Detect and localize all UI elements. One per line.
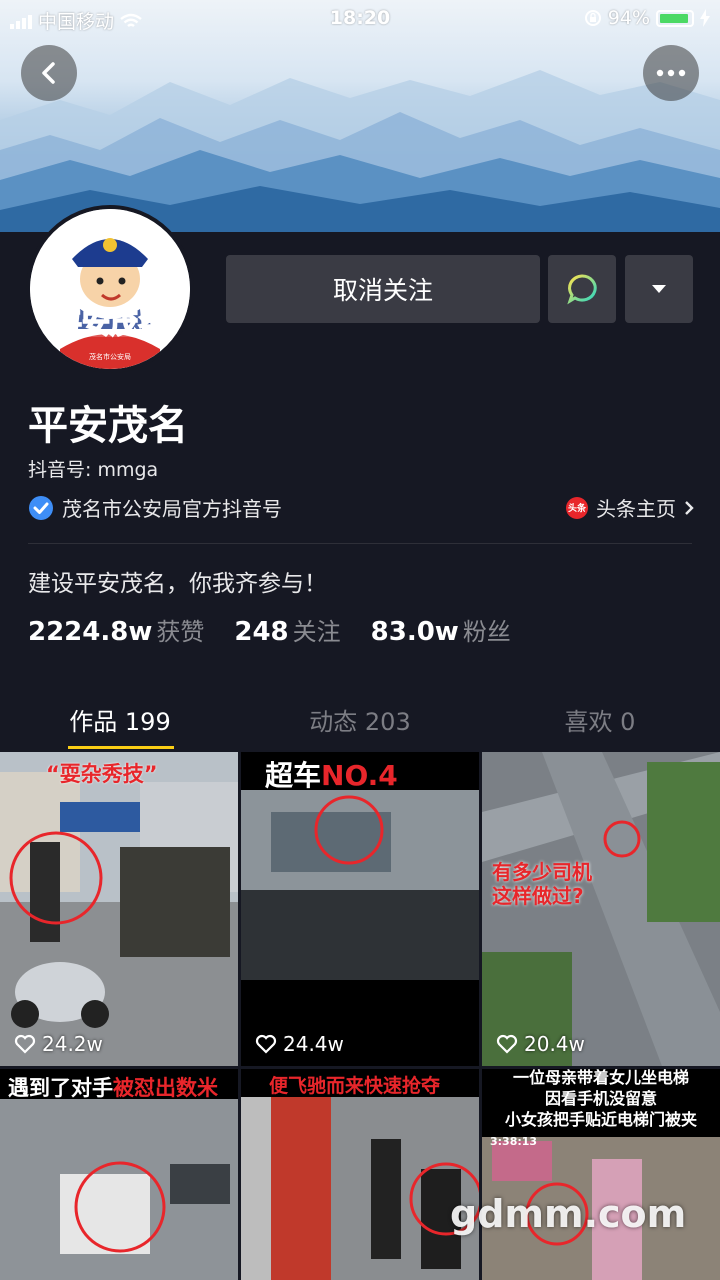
tab-indicator <box>68 746 174 749</box>
caption-line: 因看手机没留意 <box>544 1089 657 1108</box>
video-thumbnail[interactable]: 有多少司机 这样做过? 20.4w <box>482 752 720 1066</box>
stat-label: 关注 <box>292 618 341 646</box>
tab-posts[interactable]: 动态 203 <box>240 702 480 737</box>
video-thumbnail[interactable]: “耍杂秀技” 24.2w <box>0 752 238 1066</box>
stat-label: 获赞 <box>156 618 205 646</box>
toutiao-icon: 头条 <box>566 496 588 519</box>
battery-icon <box>656 9 694 27</box>
more-options-button[interactable] <box>643 45 699 101</box>
caption-red: NO.4 <box>321 759 398 792</box>
tab-works[interactable]: 作品 199 <box>0 702 240 737</box>
verification-text: 茂名市公安局官方抖音号 <box>62 497 282 521</box>
battery-percent: 94% <box>607 7 650 29</box>
caption-white: 遇到了对手 <box>8 1076 113 1100</box>
bio: 建设平安茂名，你我齐参与！ <box>28 571 327 597</box>
douyin-id: 抖音号: mmga <box>28 459 159 481</box>
like-count: 24.2w <box>14 1032 103 1056</box>
message-button[interactable] <box>548 255 616 323</box>
stat-followers[interactable]: 83.0w 粉丝 <box>371 612 511 647</box>
dashcam-image <box>241 790 479 1066</box>
verified-badge-icon <box>29 495 53 520</box>
chevron-right-icon <box>685 500 694 515</box>
caption-line: 有多少司机 <box>492 860 592 884</box>
intersection-aerial-image <box>482 752 720 1066</box>
caret-down-icon <box>652 285 666 293</box>
video-thumbnail[interactable]: 便飞驰而来快速抢夺 <box>241 1069 479 1280</box>
video-caption: 超车NO.4 <box>265 754 398 794</box>
heart-icon <box>255 1034 277 1054</box>
stat-value: 248 <box>234 617 289 647</box>
content-tabs: 作品 199 动态 203 喜欢 0 <box>0 690 720 750</box>
video-thumbnail[interactable]: 一位母亲带着女儿坐电梯 因看手机没留意 小女孩把手贴近电梯门被夹 3:38:13 <box>482 1069 720 1280</box>
toutiao-homepage-link[interactable]: 头条 头条主页 <box>566 493 694 522</box>
back-button[interactable] <box>21 45 77 101</box>
profile-name: 平安茂名 <box>28 403 188 449</box>
caption-white: 超车 <box>265 759 322 792</box>
video-timestamp: 3:38:13 <box>490 1135 538 1148</box>
avatar[interactable]: 平安茂名 茂名市公安局 <box>26 205 194 373</box>
stat-value: 83.0w <box>370 617 459 647</box>
caption-red: 被怼出数米 <box>113 1076 218 1100</box>
like-count-value: 24.2w <box>42 1032 103 1056</box>
caption-line: 小女孩把手贴近电梯门被夹 <box>504 1110 697 1129</box>
video-caption: 便飞驰而来快速抢夺 <box>269 1075 441 1097</box>
like-count: 24.4w <box>255 1032 344 1056</box>
heart-icon <box>496 1034 518 1054</box>
stat-value: 2224.8w <box>28 617 153 647</box>
like-count-value: 20.4w <box>524 1032 585 1056</box>
video-thumbnail[interactable]: 遇到了对手被怼出数米 <box>0 1069 238 1280</box>
toutiao-link-label: 头条主页 <box>596 497 676 521</box>
stat-likes[interactable]: 2224.8w 获赞 <box>28 612 204 647</box>
video-thumbnail[interactable]: 超车NO.4 24.4w <box>241 752 479 1066</box>
tab-likes[interactable]: 喜欢 0 <box>480 702 720 737</box>
police-mascot-logo: 平安茂名 茂名市公安局 <box>30 209 190 369</box>
street-scene-image <box>0 752 238 1066</box>
avatar-subtext: 茂名市公安局 <box>89 352 131 361</box>
stats-row: 2224.8w 获赞 248 关注 83.0w 粉丝 <box>28 612 541 647</box>
status-bar: 中国移动 18:20 94% <box>0 0 720 36</box>
like-count: 20.4w <box>496 1032 585 1056</box>
recommend-dropdown-button[interactable] <box>625 255 693 323</box>
stat-following[interactable]: 248 关注 <box>234 612 340 647</box>
video-caption: “耍杂秀技” <box>46 762 158 786</box>
robbery-cctv-image <box>241 1069 479 1280</box>
caption-line: 一位母亲带着女儿坐电梯 <box>512 1069 689 1087</box>
charging-icon <box>700 9 710 27</box>
rotation-lock-icon <box>584 10 601 26</box>
unfollow-button[interactable]: 取消关注 <box>226 255 540 323</box>
caption-line: 这样做过? <box>492 884 584 908</box>
avatar-text: 平安茂名 <box>54 307 166 340</box>
divider <box>28 543 692 544</box>
video-caption: 有多少司机 这样做过? <box>492 860 592 908</box>
like-count-value: 24.4w <box>283 1032 344 1056</box>
chevron-left-icon <box>42 62 55 84</box>
video-caption: 一位母亲带着女儿坐电梯 因看手机没留意 小女孩把手贴近电梯门被夹 <box>482 1069 720 1130</box>
stat-label: 粉丝 <box>462 618 511 646</box>
heart-icon <box>14 1034 36 1054</box>
more-dots-icon <box>656 69 686 77</box>
watermark: gdmm.com <box>450 1192 687 1236</box>
video-caption: 遇到了对手被怼出数米 <box>8 1072 218 1102</box>
chat-bubble-icon <box>567 274 597 305</box>
verification-row: 茂名市公安局官方抖音号 <box>28 493 282 522</box>
